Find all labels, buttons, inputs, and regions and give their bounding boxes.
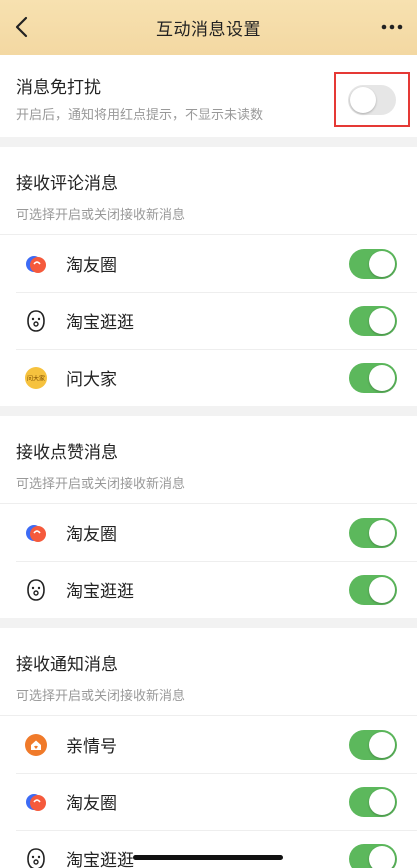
setting-label: 淘宝逛逛: [66, 582, 134, 602]
section-subtitle: 可选择开启或关闭接收新消息: [16, 689, 186, 704]
toggle-knob: [369, 307, 395, 334]
setting-row: 亲情号: [0, 716, 417, 773]
setting-toggle[interactable]: [349, 786, 397, 817]
section-gap: [0, 618, 417, 628]
section-subtitle: 可选择开启或关闭接收新消息: [16, 477, 186, 492]
page: 互动消息设置 消息免打扰 开启后，通知将用红点提示，不显示未读数 接收评论消息可…: [0, 0, 417, 868]
toggle-knob: [369, 519, 395, 546]
taoyouquan-icon: [24, 521, 48, 545]
setting-row: 问大家 问大家: [0, 349, 417, 406]
guangguang-icon: [24, 309, 48, 333]
section-subtitle: 可选择开启或关闭接收新消息: [16, 208, 186, 223]
setting-row: 淘友圈: [0, 773, 417, 830]
setting-label: 淘友圈: [66, 794, 117, 814]
setting-label: 淘友圈: [66, 256, 117, 276]
section-title: 接收点赞消息: [16, 443, 118, 463]
setting-toggle[interactable]: [349, 362, 397, 393]
toggle-knob: [350, 86, 376, 113]
guangguang-icon: [24, 847, 48, 868]
dnd-row: 消息免打扰 开启后，通知将用红点提示，不显示未读数: [0, 55, 417, 137]
toggle-knob: [369, 788, 395, 815]
setting-label: 问大家: [66, 370, 117, 390]
setting-label: 淘宝逛逛: [66, 313, 134, 333]
setting-row: 淘友圈: [0, 235, 417, 292]
toggle-knob: [369, 731, 395, 758]
wendajia-icon: 问大家: [24, 366, 48, 390]
highlight-box: [334, 72, 410, 127]
toggle-knob: [369, 576, 395, 603]
setting-row: 淘宝逛逛: [0, 561, 417, 618]
setting-row: 淘宝逛逛: [0, 292, 417, 349]
section-header: 接收通知消息可选择开启或关闭接收新消息: [0, 628, 417, 716]
svg-text:问大家: 问大家: [27, 374, 45, 382]
setting-toggle[interactable]: [349, 517, 397, 548]
settings-sections: 接收评论消息 可选择开启或关闭接收新消息 淘友圈 淘宝逛逛 问大家 问大家 接收点赞消息 可选…: [0, 147, 417, 868]
guangguang-icon: [24, 578, 48, 602]
section-gap: [0, 406, 417, 416]
home-indicator: [133, 855, 283, 860]
page-title: 互动消息设置: [156, 20, 261, 40]
settings-section: 接收评论消息可选择开启或关闭接收新消息淘友圈淘宝逛逛问大家 问大家: [0, 147, 417, 406]
setting-row: 淘友圈: [0, 504, 417, 561]
nav-bar: 互动消息设置: [0, 0, 417, 55]
setting-toggle[interactable]: [349, 305, 397, 336]
toggle-knob: [369, 250, 395, 277]
settings-section: 接收通知消息可选择开启或关闭接收新消息亲情号淘友圈淘宝逛逛: [0, 628, 417, 868]
section-header: 接收评论消息可选择开启或关闭接收新消息: [0, 147, 417, 235]
toggle-knob: [369, 364, 395, 391]
more-icon[interactable]: [379, 16, 405, 38]
setting-toggle[interactable]: [349, 843, 397, 868]
setting-toggle[interactable]: [349, 574, 397, 605]
dnd-section: 消息免打扰 开启后，通知将用红点提示，不显示未读数: [0, 55, 417, 137]
dnd-toggle[interactable]: [348, 84, 396, 115]
taoyouquan-icon: [24, 252, 48, 276]
section-gap: [0, 137, 417, 147]
section-title: 接收评论消息: [16, 174, 118, 194]
setting-toggle[interactable]: [349, 729, 397, 760]
taoyouquan-icon: [24, 790, 48, 814]
qinqinghao-icon: [24, 733, 48, 757]
toggle-knob: [369, 845, 395, 868]
setting-row: 淘宝逛逛: [0, 830, 417, 868]
back-icon[interactable]: [10, 16, 32, 38]
section-title: 接收通知消息: [16, 655, 118, 675]
setting-label: 亲情号: [66, 737, 117, 757]
setting-toggle[interactable]: [349, 248, 397, 279]
settings-section: 接收点赞消息可选择开启或关闭接收新消息淘友圈淘宝逛逛: [0, 416, 417, 618]
section-header: 接收点赞消息可选择开启或关闭接收新消息: [0, 416, 417, 504]
setting-label: 淘友圈: [66, 525, 117, 545]
